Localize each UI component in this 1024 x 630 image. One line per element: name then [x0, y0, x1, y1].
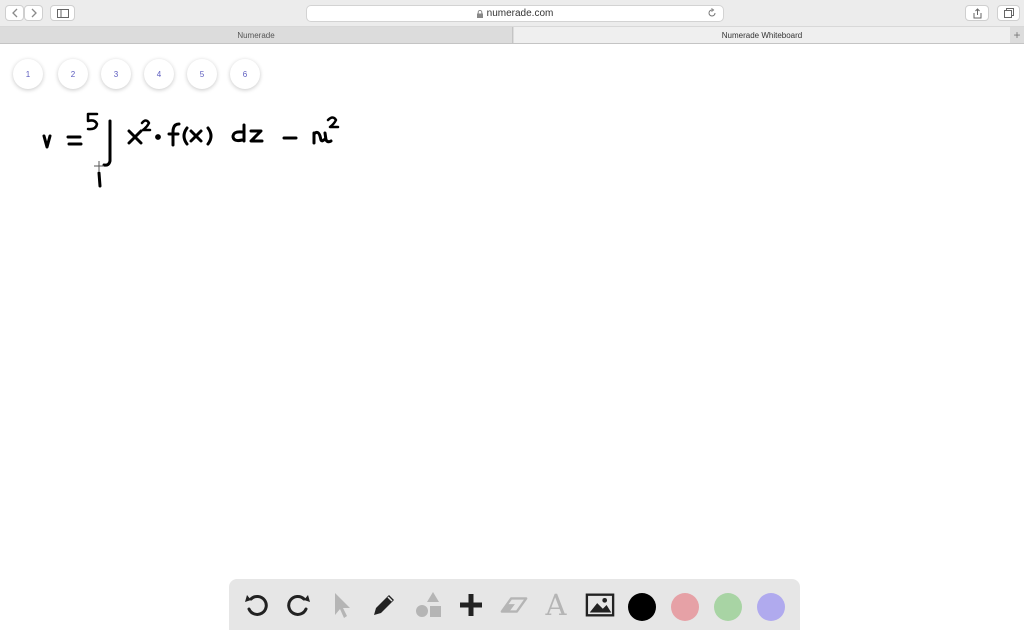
tab-bar: Numerade Numerade Whiteboard + — [0, 27, 1024, 44]
handwritten-formula — [42, 112, 340, 188]
add-tool[interactable] — [456, 590, 486, 620]
new-tab-button[interactable]: + — [1010, 27, 1024, 43]
chevron-right-icon — [31, 8, 37, 18]
color-swatch-purple[interactable] — [757, 593, 785, 621]
plus-icon — [460, 594, 482, 616]
reload-icon[interactable] — [707, 8, 717, 18]
tabs-icon — [1003, 8, 1014, 18]
pencil-tool[interactable] — [369, 590, 399, 620]
tabs-overview-button[interactable] — [997, 5, 1020, 21]
redo-button[interactable] — [284, 590, 314, 620]
eraser-icon — [500, 597, 528, 613]
undo-icon — [245, 594, 268, 616]
shapes-tool[interactable] — [413, 590, 443, 620]
forward-button[interactable] — [24, 5, 43, 21]
url-text: numerade.com — [486, 8, 554, 19]
color-swatch-black[interactable] — [628, 593, 656, 621]
image-icon — [585, 593, 615, 617]
share-icon — [973, 7, 981, 18]
color-swatch-pink[interactable] — [671, 593, 699, 621]
crosshair-cursor-icon — [94, 161, 104, 171]
pencil-icon — [374, 595, 394, 615]
tab-numerade[interactable]: Numerade — [0, 27, 513, 43]
whiteboard-canvas[interactable] — [0, 45, 1024, 575]
sidebar-icon — [56, 8, 69, 18]
lock-icon — [476, 9, 483, 18]
tab-label: Numerade Whiteboard — [721, 30, 803, 40]
text-icon: A — [545, 588, 567, 622]
color-swatch-green[interactable] — [714, 593, 742, 621]
pointer-icon — [335, 593, 350, 618]
tab-numerade-whiteboard[interactable]: Numerade Whiteboard — [514, 27, 1010, 43]
pointer-tool[interactable] — [326, 590, 356, 620]
eraser-tool[interactable] — [499, 590, 529, 620]
drawing-toolbar: A — [229, 579, 800, 630]
shapes-icon — [416, 592, 441, 617]
sidebar-button[interactable] — [50, 5, 75, 21]
undo-button[interactable] — [241, 590, 271, 620]
redo-icon — [287, 594, 310, 616]
tab-label: Numerade — [237, 30, 275, 40]
chevron-left-icon — [11, 8, 17, 18]
back-button[interactable] — [5, 5, 24, 21]
image-tool[interactable] — [585, 590, 615, 620]
share-button[interactable] — [965, 5, 989, 21]
browser-toolbar: numerade.com — [0, 0, 1024, 27]
text-tool[interactable]: A — [541, 588, 571, 622]
address-bar[interactable]: numerade.com — [306, 5, 724, 22]
